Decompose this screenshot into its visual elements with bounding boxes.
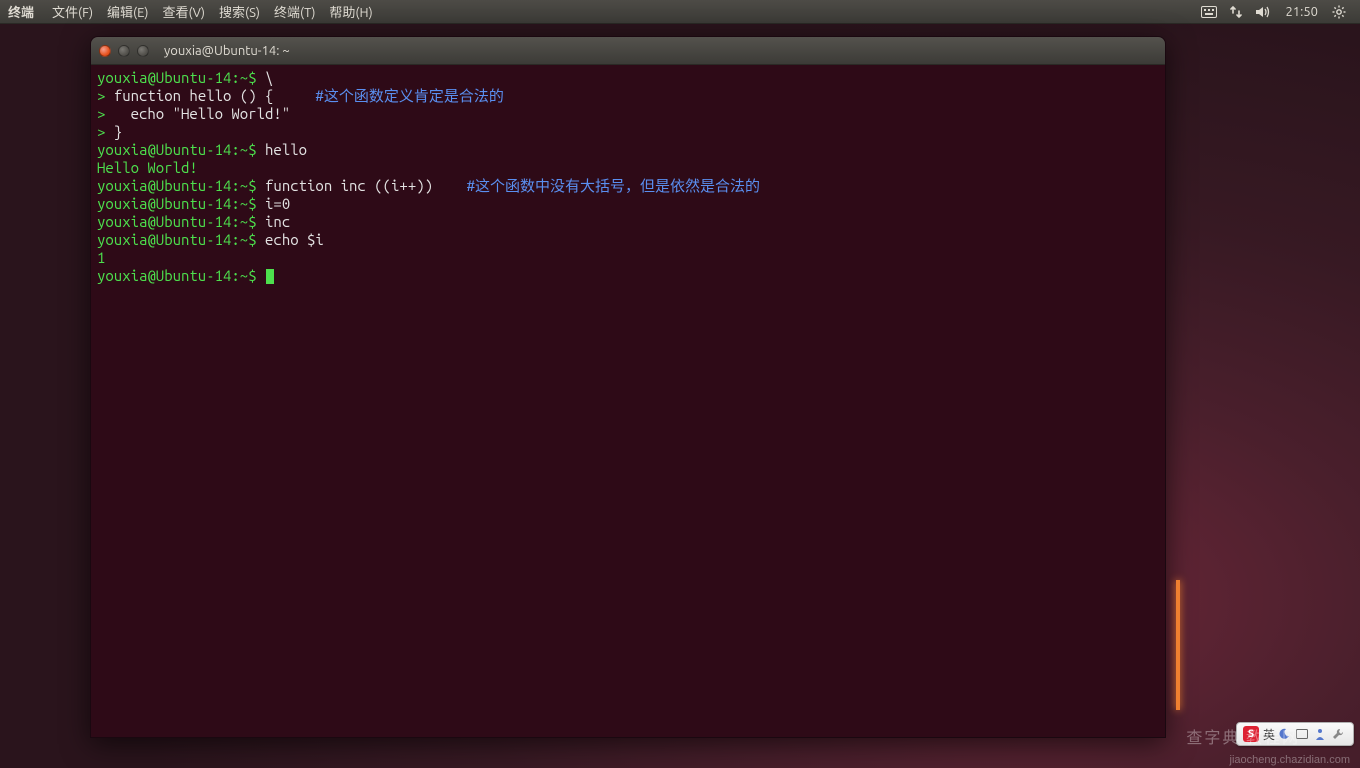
titlebar[interactable]: youxia@Ubuntu-14: ~ [91, 37, 1165, 65]
keyboard-icon[interactable] [1201, 6, 1217, 18]
prompt: youxia@Ubuntu-14:~$ [97, 69, 265, 86]
network-icon[interactable] [1229, 5, 1243, 19]
menu-search[interactable]: 搜索(S) [219, 2, 260, 21]
menubar: 终端 文件(F) 编辑(E) 查看(V) 搜索(S) 终端(T) 帮助(H) 2… [0, 0, 1360, 24]
prompt: youxia@Ubuntu-14:~$ [97, 177, 265, 194]
prompt: youxia@Ubuntu-14:~$ [97, 141, 265, 158]
output-text: Hello World! [97, 159, 198, 176]
clock[interactable]: 21:50 [1285, 5, 1318, 19]
cursor [266, 269, 274, 284]
comment-text: #这个函数定义肯定是合法的 [315, 87, 503, 104]
minimize-icon[interactable] [118, 45, 130, 57]
maximize-icon[interactable] [137, 45, 149, 57]
command-text: echo $i [265, 231, 324, 248]
person-icon[interactable] [1313, 727, 1327, 741]
command-text: } [114, 123, 122, 140]
continuation-prompt: > [97, 123, 114, 140]
menu-help[interactable]: 帮助(H) [329, 2, 372, 21]
terminal-window: youxia@Ubuntu-14: ~ youxia@Ubuntu-14:~$ … [90, 36, 1166, 738]
menu-view[interactable]: 查看(V) [163, 2, 205, 21]
prompt: youxia@Ubuntu-14:~$ [97, 213, 265, 230]
close-icon[interactable] [99, 45, 111, 57]
menu-edit[interactable]: 编辑(E) [107, 2, 148, 21]
wrench-icon[interactable] [1331, 727, 1345, 741]
output-text: 1 [97, 249, 105, 266]
command-text: function hello () { [114, 87, 316, 104]
watermark-url: jiaocheng.chazidian.com [1230, 754, 1350, 766]
edge-glow [1176, 580, 1180, 710]
comment-text: #这个函数中没有大括号，但是依然是合法的 [467, 177, 760, 194]
command-text: function inc ((i++)) [265, 177, 467, 194]
continuation-prompt: > [97, 105, 131, 122]
command-text: hello [265, 141, 307, 158]
window-title: youxia@Ubuntu-14: ~ [164, 44, 290, 58]
gear-icon[interactable] [1332, 5, 1346, 19]
command-text: \ [265, 69, 273, 86]
command-text: i=0 [265, 195, 290, 212]
command-text: echo "Hello World!" [131, 105, 291, 122]
prompt: youxia@Ubuntu-14:~$ [97, 195, 265, 212]
menu-file[interactable]: 文件(F) [52, 2, 93, 21]
volume-icon[interactable] [1255, 5, 1271, 19]
terminal-body[interactable]: youxia@Ubuntu-14:~$ \ > function hello (… [91, 65, 1165, 737]
watermark-text: 查字典 教程网 [1186, 724, 1300, 748]
menu-terminal[interactable]: 终端(T) [274, 2, 315, 21]
command-text: inc [265, 213, 290, 230]
app-name: 终端 [8, 2, 34, 21]
continuation-prompt: > [97, 87, 114, 104]
prompt: youxia@Ubuntu-14:~$ [97, 231, 265, 248]
prompt: youxia@Ubuntu-14:~$ [97, 267, 265, 284]
